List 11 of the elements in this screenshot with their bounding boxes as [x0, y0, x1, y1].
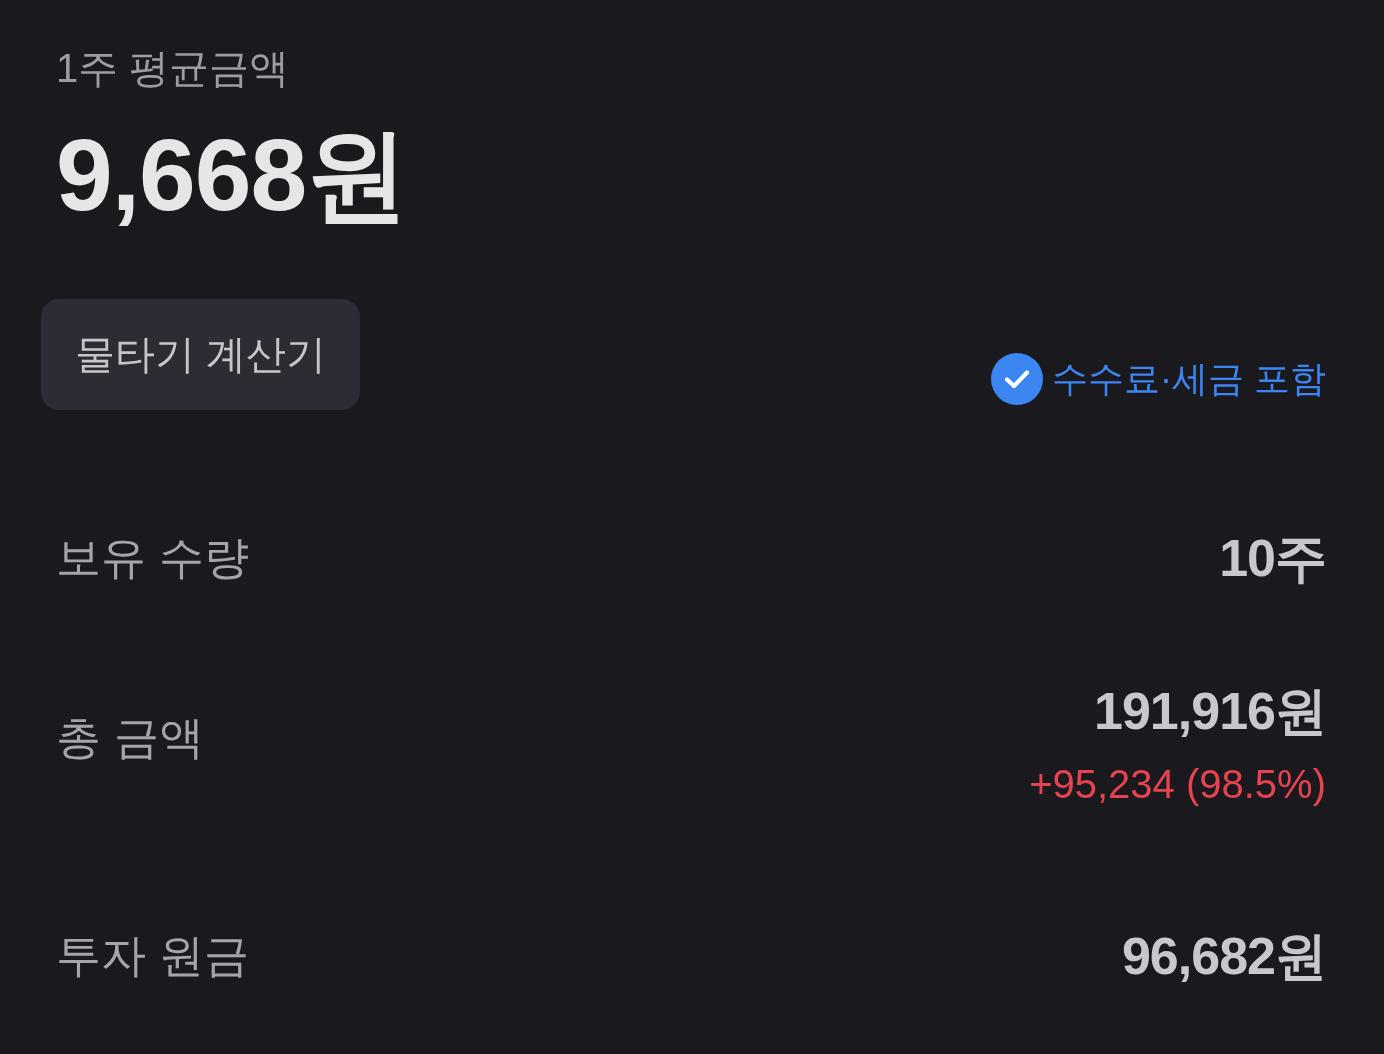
average-price-value: 9,668원 — [56, 117, 408, 234]
summary-value: 10주 — [1219, 528, 1326, 588]
average-price-label: 1주 평균금액 — [56, 45, 290, 92]
summary-label: 투자 원금 — [56, 929, 249, 983]
change-amount: +95,234 (98.5%) — [1029, 761, 1326, 808]
summary-value: 191,916원 — [1094, 681, 1326, 741]
include-fees-toggle[interactable]: 수수료·세금 포함 — [991, 353, 1326, 405]
calculator-button[interactable]: 물타기 계산기 — [41, 299, 361, 410]
summary-value: 96,682원 — [1121, 926, 1326, 986]
summary-label: 보유 수량 — [56, 531, 249, 585]
summary-label: 총 금액 — [56, 711, 204, 765]
